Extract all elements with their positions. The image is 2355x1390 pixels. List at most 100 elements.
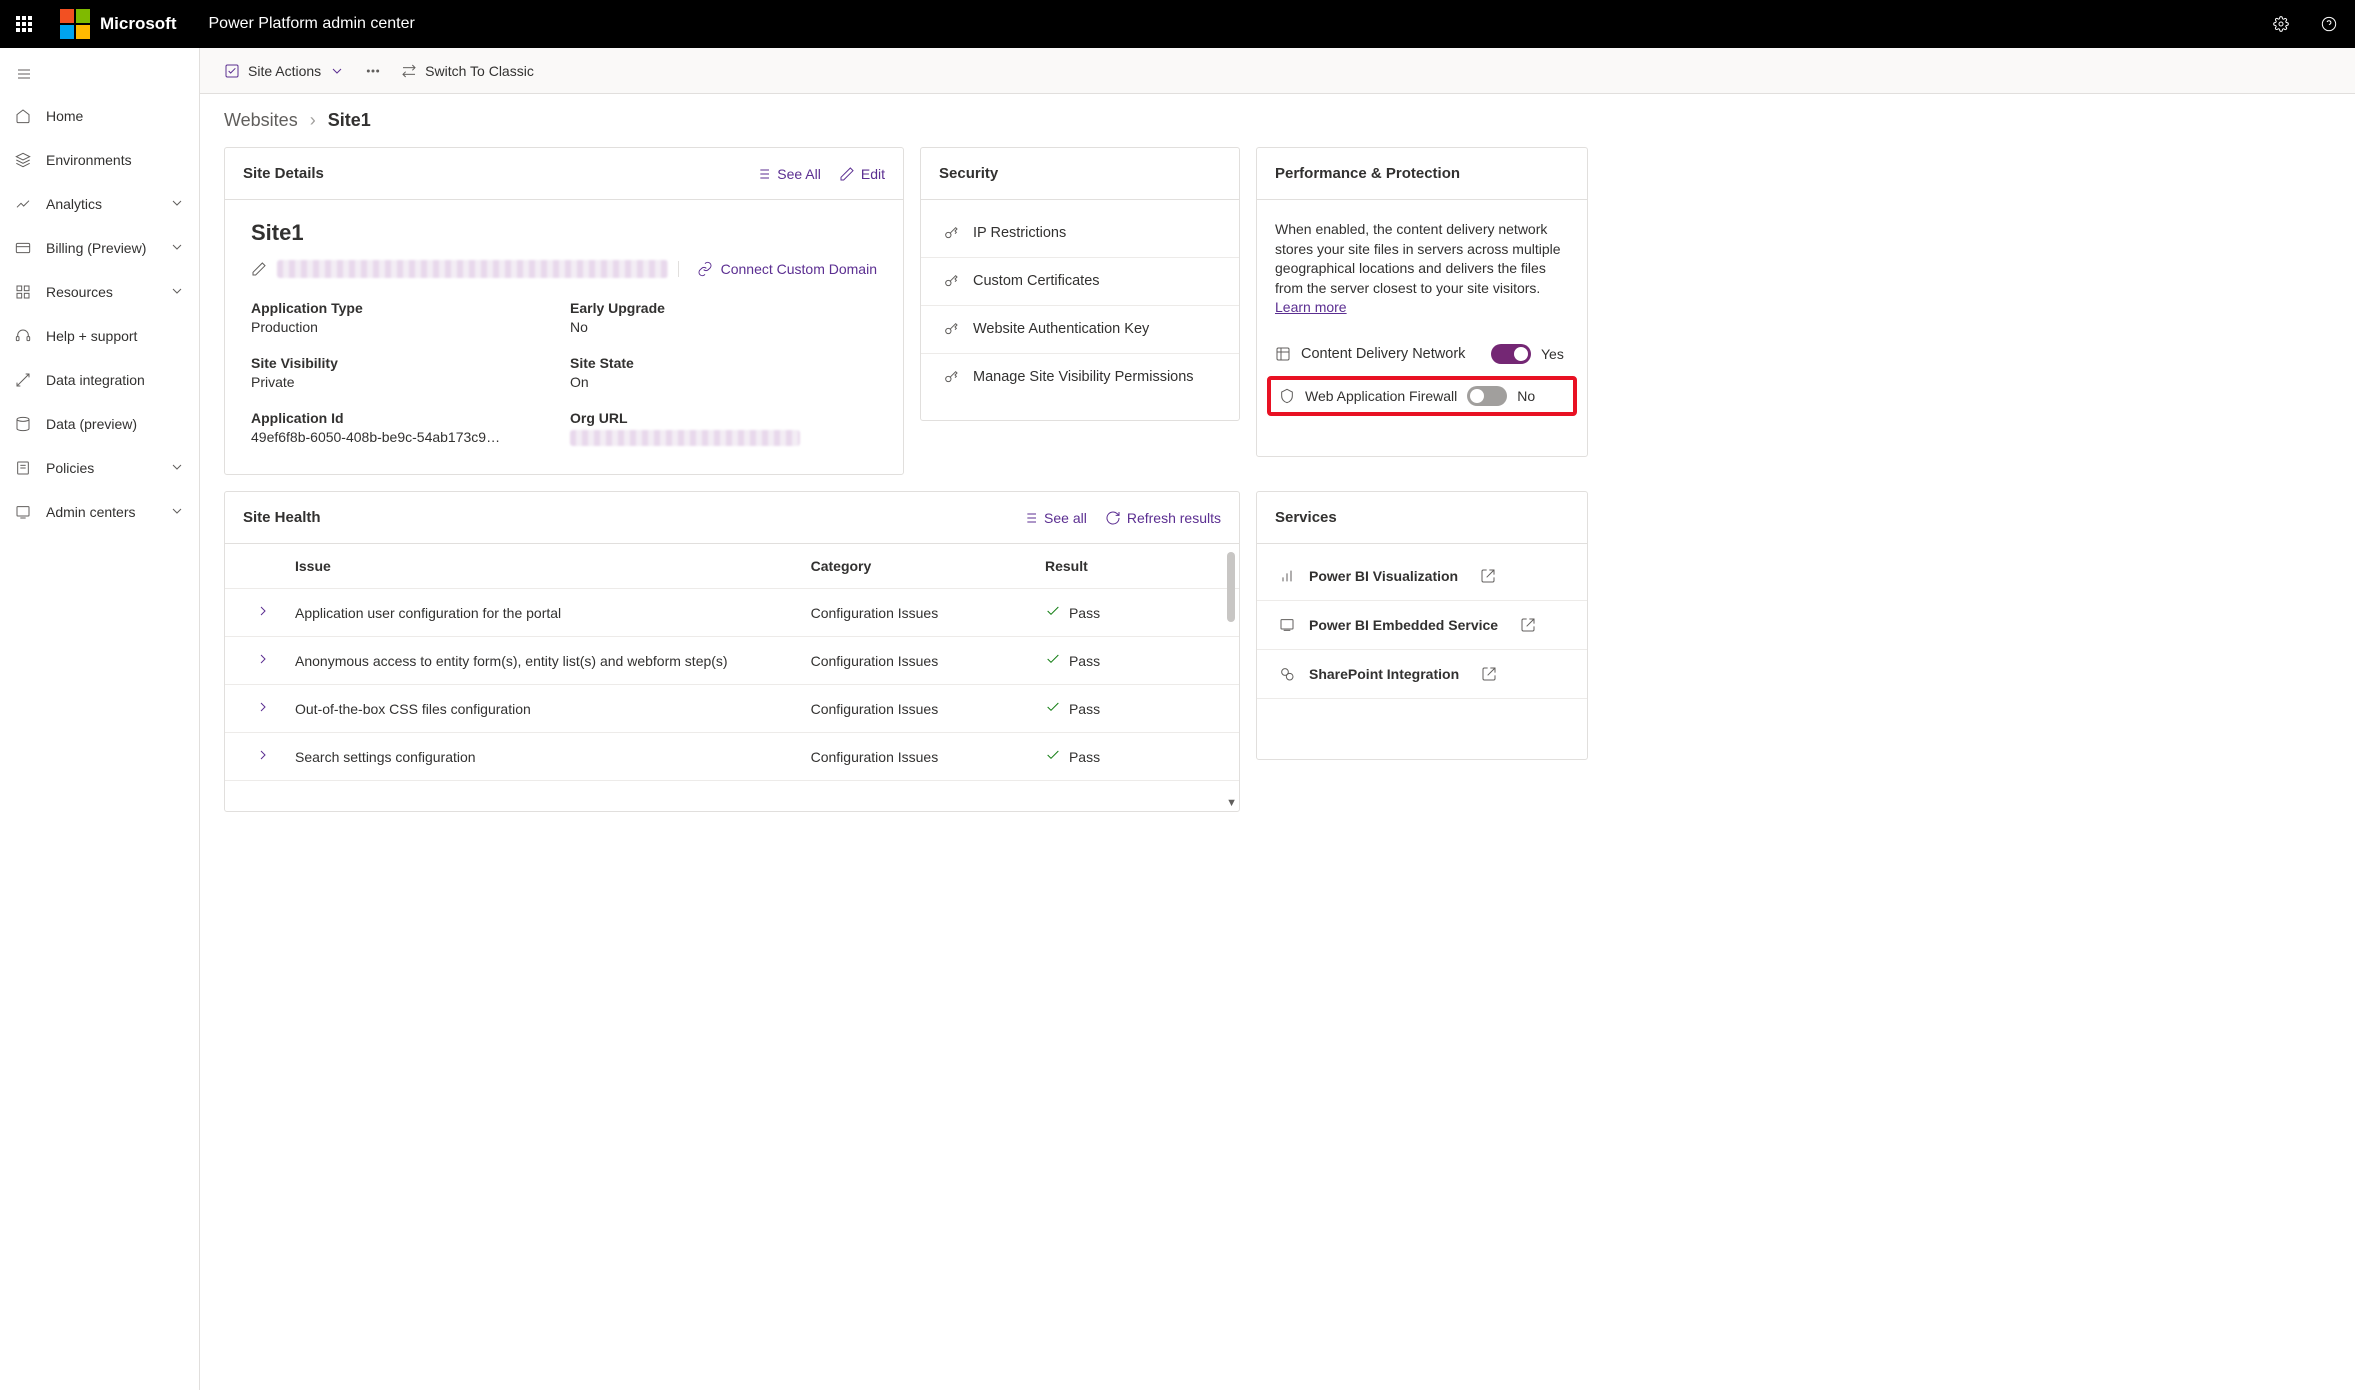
scrollbar-thumb[interactable] — [1227, 552, 1235, 622]
health-see-all-button[interactable]: See all — [1022, 510, 1087, 526]
early-upgrade-value: No — [570, 319, 830, 335]
hamburger-icon — [16, 66, 32, 82]
gear-icon — [2273, 16, 2289, 32]
security-visibility-perms[interactable]: Manage Site Visibility Permissions — [921, 354, 1239, 401]
col-result-header: Result — [1045, 558, 1209, 574]
service-sharepoint[interactable]: SharePoint Integration — [1257, 650, 1587, 699]
question-icon — [2321, 16, 2337, 32]
list-icon — [1022, 510, 1038, 526]
list-icon — [755, 166, 771, 182]
breadcrumb-separator: › — [310, 110, 316, 131]
nav-analytics[interactable]: Analytics — [0, 182, 199, 226]
health-row: Anonymous access to entity form(s), enti… — [225, 637, 1239, 685]
settings-button[interactable] — [2257, 0, 2305, 48]
nav-home[interactable]: Home — [0, 94, 199, 138]
issue-cell: Anonymous access to entity form(s), enti… — [295, 653, 811, 669]
breadcrumb: Websites › Site1 — [200, 94, 2355, 139]
see-all-button[interactable]: See All — [755, 166, 821, 182]
billing-icon — [14, 239, 32, 257]
expand-row-button[interactable] — [255, 699, 295, 718]
home-icon — [14, 107, 32, 125]
app-launcher-button[interactable] — [0, 0, 48, 48]
refresh-icon — [1105, 510, 1121, 526]
pencil-icon — [839, 166, 855, 182]
site-actions-menu[interactable]: Site Actions — [224, 63, 345, 79]
result-cell: Pass — [1045, 603, 1209, 622]
perf-description: When enabled, the content delivery netwo… — [1275, 220, 1569, 318]
health-row: Out-of-the-box CSS files configurationCo… — [225, 685, 1239, 733]
help-button[interactable] — [2305, 0, 2353, 48]
card-title: Site Health — [243, 509, 321, 526]
chevron-down-icon — [169, 503, 185, 522]
cdn-toggle[interactable] — [1491, 344, 1531, 364]
waf-toggle[interactable] — [1467, 386, 1507, 406]
expand-row-button[interactable] — [255, 603, 295, 622]
site-title: Site1 — [251, 220, 877, 246]
service-powerbi-embedded[interactable]: Power BI Embedded Service — [1257, 601, 1587, 650]
issue-cell: Out-of-the-box CSS files configuration — [295, 701, 811, 717]
state-value: On — [570, 374, 830, 390]
more-actions-button[interactable] — [365, 63, 381, 79]
security-item-label: IP Restrictions — [973, 224, 1066, 243]
connect-domain-label: Connect Custom Domain — [721, 261, 877, 277]
expand-row-button[interactable] — [255, 747, 295, 766]
layers-icon — [14, 151, 32, 169]
nav-policies[interactable]: Policies — [0, 446, 199, 490]
early-upgrade-label: Early Upgrade — [570, 300, 877, 316]
card-title: Site Details — [243, 165, 324, 182]
app-id-value: 49ef6f8b-6050-408b-be9c-54ab173c9… — [251, 429, 511, 445]
chevron-right-icon — [255, 747, 271, 763]
cdn-icon — [1275, 346, 1291, 362]
nav-label: Data (preview) — [46, 416, 137, 432]
site-health-card: Site Health See all Refresh results Issu… — [224, 491, 1240, 812]
nav-resources[interactable]: Resources — [0, 270, 199, 314]
external-link-icon — [1481, 666, 1497, 682]
health-row: Application user configuration for the p… — [225, 589, 1239, 637]
key-icon — [943, 273, 959, 289]
chevron-down-icon — [169, 459, 185, 478]
pencil-icon[interactable] — [251, 261, 267, 277]
nav-label: Admin centers — [46, 504, 135, 520]
expand-row-button[interactable] — [255, 651, 295, 670]
connect-domain-button[interactable]: Connect Custom Domain — [678, 261, 877, 277]
switch-classic-button[interactable]: Switch To Classic — [401, 63, 534, 79]
microsoft-logo[interactable]: Microsoft — [48, 9, 189, 39]
policies-icon — [14, 459, 32, 477]
refresh-results-button[interactable]: Refresh results — [1105, 510, 1221, 526]
security-auth-key[interactable]: Website Authentication Key — [921, 306, 1239, 354]
waf-toggle-state: No — [1517, 388, 1545, 404]
main-region: Site Actions Switch To Classic Websites … — [200, 48, 2355, 1390]
site-actions-label: Site Actions — [248, 63, 321, 79]
check-icon — [1045, 699, 1061, 718]
col-category-header: Category — [811, 558, 1045, 574]
nav-label: Data integration — [46, 372, 145, 388]
nav-admin-centers[interactable]: Admin centers — [0, 490, 199, 534]
breadcrumb-root[interactable]: Websites — [224, 110, 298, 131]
app-title: Power Platform admin center — [209, 15, 415, 33]
scroll-down-arrow[interactable]: ▼ — [1226, 797, 1237, 809]
service-label: Power BI Visualization — [1309, 568, 1458, 584]
edit-label: Edit — [861, 166, 885, 182]
nav-environments[interactable]: Environments — [0, 138, 199, 182]
external-link-icon — [1520, 617, 1536, 633]
nav-collapse-button[interactable] — [0, 54, 48, 94]
learn-more-link[interactable]: Learn more — [1275, 299, 1347, 315]
see-all-label: See all — [1044, 510, 1087, 526]
site-url-redacted — [277, 260, 668, 278]
edit-button[interactable]: Edit — [839, 166, 885, 182]
performance-card: Performance & Protection When enabled, t… — [1256, 147, 1588, 457]
microsoft-wordmark: Microsoft — [100, 14, 177, 34]
security-item-label: Manage Site Visibility Permissions — [973, 368, 1194, 387]
nav-data-integration[interactable]: Data integration — [0, 358, 199, 402]
cdn-toggle-state: Yes — [1541, 346, 1569, 362]
security-custom-certs[interactable]: Custom Certificates — [921, 258, 1239, 306]
security-ip-restrictions[interactable]: IP Restrictions — [921, 210, 1239, 258]
chevron-right-icon — [255, 699, 271, 715]
nav-billing[interactable]: Billing (Preview) — [0, 226, 199, 270]
result-cell: Pass — [1045, 651, 1209, 670]
nav-help-support[interactable]: Help + support — [0, 314, 199, 358]
nav-data-preview[interactable]: Data (preview) — [0, 402, 199, 446]
data-integration-icon — [14, 371, 32, 389]
key-icon — [943, 369, 959, 385]
service-powerbi-viz[interactable]: Power BI Visualization — [1257, 552, 1587, 601]
